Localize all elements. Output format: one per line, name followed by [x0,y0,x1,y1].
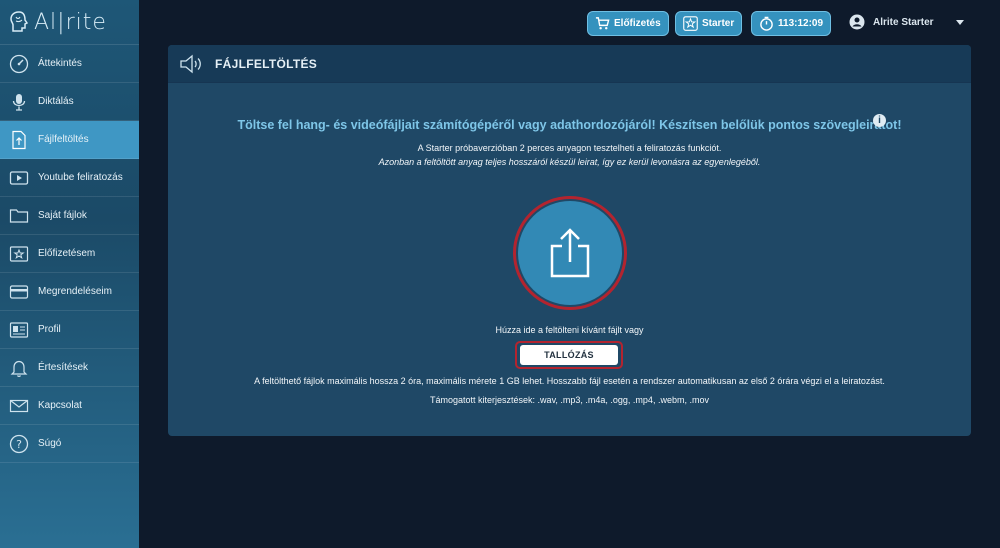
sidebar-item-sajat-fajlok[interactable]: Saját fájlok [0,197,139,235]
sidebar-item-sugo[interactable]: ? Súgó [0,425,139,463]
profile-card-icon [9,320,29,340]
upload-circle [518,201,622,305]
page-title: FÁJLFELTÖLTÉS [215,56,318,71]
plan-button-label: Starter [702,18,735,29]
topbar: Előfizetés Starter 113:12:09 Alrite Star… [139,0,1000,45]
upload-headline: Töltse fel hang- és videófájljait számít… [237,118,902,132]
panel-header: FÁJLFELTÖLTÉS [168,45,971,83]
sidebar-item-label: Súgó [38,438,62,449]
timer-button[interactable]: 113:12:09 [751,11,832,36]
upload-share-icon [550,228,590,278]
sidebar: Al|rite Áttekintés Diktálás Fájlfeltölté… [0,0,139,548]
sidebar-item-label: Profil [38,324,61,335]
file-upload-icon [9,130,29,150]
info-icon[interactable]: i [873,114,886,127]
sidebar-item-label: Youtube feliratozás [38,172,123,183]
sidebar-item-label: Kapcsolat [38,400,82,411]
sidebar-item-label: Megrendeléseim [38,286,112,297]
logo-text: Al|rite [34,9,107,35]
subscribe-button-label: Előfizetés [614,18,661,29]
browse-button[interactable]: TALLÓZÁS [520,345,618,365]
billing-notice: Azonban a feltöltött anyag teljes hosszá… [378,157,761,167]
shopping-cart-icon [595,17,610,30]
svg-text:?: ? [16,438,22,451]
dashboard-gauge-icon [9,54,29,74]
trial-notice: A Starter próbaverzióban 2 perces anyago… [417,143,722,153]
upload-panel: FÁJLFELTÖLTÉS Töltse fel hang- és videóf… [168,45,971,436]
sidebar-item-label: Saját fájlok [38,210,87,221]
youtube-play-icon [9,168,29,188]
subscribe-button[interactable]: Előfizetés [587,11,669,36]
sidebar-item-elofizetesem[interactable]: Előfizetésem [0,235,139,273]
sidebar-item-label: Fájlfeltöltés [38,134,89,145]
user-name: Alrite Starter [873,16,934,28]
speaker-icon [180,54,201,73]
upload-drop-zone[interactable] [513,196,627,310]
sidebar-item-kapcsolat[interactable]: Kapcsolat [0,387,139,425]
sidebar-item-ertesitesek[interactable]: Értesítések [0,349,139,387]
browse-highlight[interactable]: TALLÓZÁS [515,341,623,369]
credit-card-icon [9,282,29,302]
file-limits-text: A feltölthető fájlok maximális hossza 2 … [254,376,885,386]
sidebar-item-label: Diktálás [38,96,74,107]
microphone-icon [9,92,29,112]
sidebar-item-label: Előfizetésem [38,248,96,259]
sidebar-item-diktalas[interactable]: Diktálás [0,83,139,121]
sidebar-item-youtube[interactable]: Youtube feliratozás [0,159,139,197]
drag-drop-hint: Húzza ide a feltölteni kívánt fájlt vagy [495,325,644,335]
user-menu[interactable]: Alrite Starter [849,14,964,30]
timer-label: 113:12:09 [778,18,824,29]
sidebar-item-megrendeleseim[interactable]: Megrendeléseim [0,273,139,311]
bell-icon [9,358,29,378]
logo[interactable]: Al|rite [0,0,139,45]
sidebar-item-profil[interactable]: Profil [0,311,139,349]
sidebar-item-fajlfeltoltes[interactable]: Fájlfeltöltés [0,121,139,159]
help-question-icon: ? [9,434,29,454]
star-icon [683,16,698,31]
sidebar-item-label: Értesítések [38,362,89,373]
folder-icon [9,206,29,226]
envelope-icon [9,396,29,416]
sidebar-item-attekintes[interactable]: Áttekintés [0,45,139,83]
sidebar-item-label: Áttekintés [38,58,82,69]
chevron-down-icon [955,19,964,25]
user-avatar-icon [849,14,865,30]
supported-formats-text: Támogatott kiterjesztések: .wav, .mp3, .… [430,395,709,405]
star-subscription-icon [9,244,29,264]
brain-logo-icon [10,11,29,32]
stopwatch-icon [760,16,773,31]
plan-button[interactable]: Starter [675,11,743,36]
